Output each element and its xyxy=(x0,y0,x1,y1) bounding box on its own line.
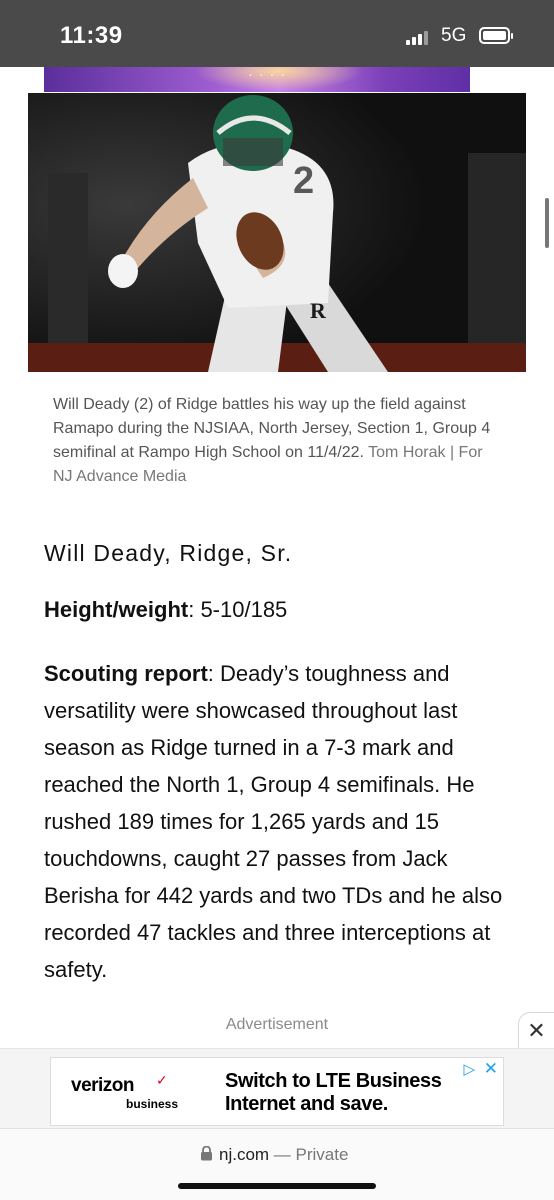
promo-image[interactable]: · · · · xyxy=(44,67,470,92)
svg-text:2: 2 xyxy=(293,160,314,202)
close-icon: ✕ xyxy=(527,1018,546,1043)
scouting-report: Scouting report: Deady’s toughness and v… xyxy=(44,655,514,988)
verizon-logo: verizon xyxy=(71,1075,135,1096)
adchoices-icon[interactable]: ▷ xyxy=(463,1060,475,1078)
scroll-indicator[interactable] xyxy=(545,198,549,248)
verizon-business-label: business xyxy=(126,1097,179,1111)
height-weight-label: Height/weight xyxy=(44,597,189,622)
battery-icon xyxy=(479,27,513,44)
ad-dismiss-icon[interactable]: ✕ xyxy=(484,1059,498,1079)
browser-address-bar[interactable]: nj.com — Private xyxy=(0,1128,554,1200)
ad-close-button[interactable]: ✕ xyxy=(518,1012,554,1050)
svg-text:R: R xyxy=(310,298,327,323)
verizon-check-icon: ✓ xyxy=(156,1072,168,1088)
player-heading: Will Deady, Ridge, Sr. xyxy=(44,540,293,566)
ad-container: verizon ✓ business Switch to LTE Busines… xyxy=(0,1048,554,1128)
height-weight: Height/weight: 5-10/185 xyxy=(44,597,287,623)
url-separator: — xyxy=(269,1145,296,1164)
network-type: 5G xyxy=(441,25,467,46)
home-indicator[interactable] xyxy=(178,1183,376,1189)
scouting-label: Scouting report xyxy=(44,661,208,686)
photo-caption: Will Deady (2) of Ridge battles his way … xyxy=(53,393,503,489)
article-photo[interactable]: 2 R xyxy=(28,93,526,372)
status-bar: 11:39 5G xyxy=(0,0,554,67)
scouting-text: : Deady’s toughness and versatility were… xyxy=(44,661,503,982)
url-text[interactable]: nj.com — Private xyxy=(219,1145,348,1165)
private-mode-label: Private xyxy=(295,1145,349,1164)
status-time: 11:39 xyxy=(60,22,123,49)
ad-headline: Switch to LTE Business Internet and save… xyxy=(225,1070,442,1115)
lock-icon xyxy=(201,1146,212,1161)
verizon-ad-banner[interactable]: verizon ✓ business Switch to LTE Busines… xyxy=(50,1057,504,1126)
domain-text: nj.com xyxy=(219,1145,270,1164)
advertisement-label: Advertisement xyxy=(225,1016,329,1033)
football-player-photo-icon: 2 R xyxy=(28,93,526,372)
height-weight-value: : 5-10/185 xyxy=(188,597,288,622)
signal-icon xyxy=(406,29,430,45)
